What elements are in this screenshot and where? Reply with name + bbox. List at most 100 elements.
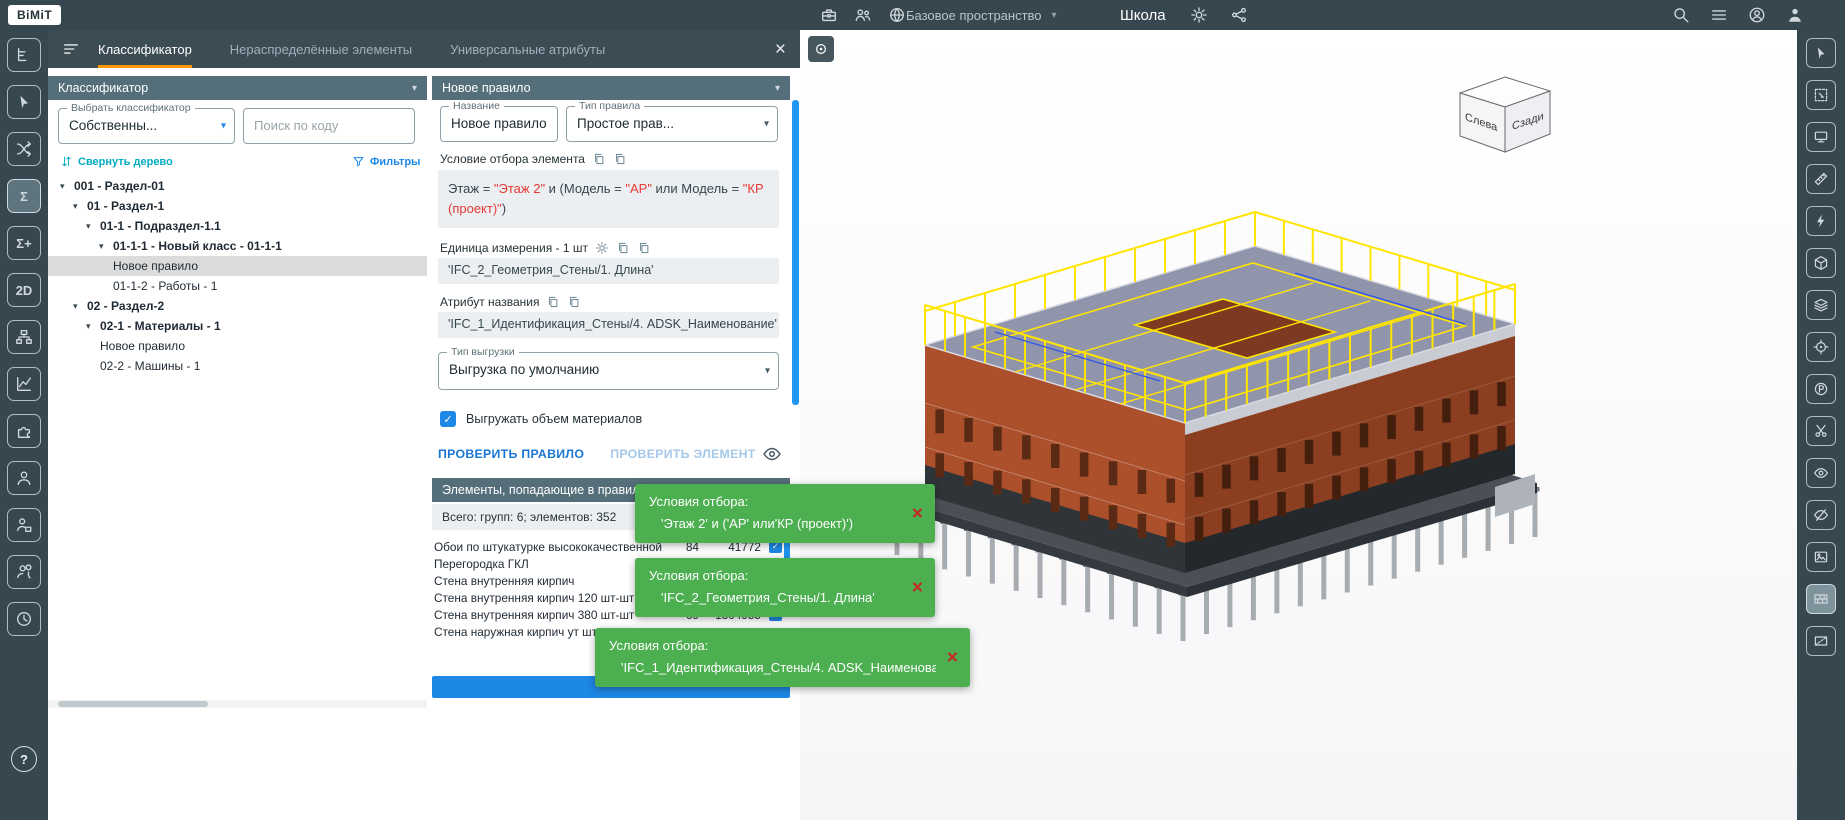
scrollbar-thumb[interactable] [58,701,208,707]
viewport-3d[interactable]: Слева Сзади [800,30,1797,820]
condition-value[interactable]: Этаж = "Этаж 2" и (Модель = "АР" или Мод… [438,170,779,228]
tree-expand-icon[interactable]: ▾ [73,301,87,312]
copy-icon[interactable] [637,241,651,255]
measure-button[interactable] [1806,206,1836,236]
tree-item[interactable]: ▾01-1 - Подраздел-1.1 [48,216,427,236]
users-button[interactable] [7,461,41,495]
help-button[interactable]: ? [11,746,37,772]
tab-1[interactable]: Классификатор [98,30,192,68]
filters-link[interactable]: Фильтры [352,155,420,168]
collapse-tree-link[interactable]: Свернуть дерево [60,155,173,168]
user-location-button[interactable] [7,555,41,589]
storeys-button[interactable] [1806,290,1836,320]
visibility-button[interactable] [1806,458,1836,488]
dynamics-button[interactable] [7,367,41,401]
search-icon[interactable] [1672,6,1690,24]
copy-icon[interactable] [613,152,627,166]
gear-icon[interactable] [1190,6,1208,24]
tree-item[interactable]: 02-2 - Машины - 1 [48,356,427,376]
tree-item[interactable]: ▾01-1-1 - Новый класс - 01-1-1 [48,236,427,256]
account-icon[interactable] [1748,6,1766,24]
screens-icon [1813,129,1829,145]
materials-checkbox[interactable]: ✓ [440,411,456,427]
form-scrollbar-thumb[interactable] [792,100,799,405]
structure-button[interactable] [7,38,41,72]
cursor-button[interactable] [1806,38,1836,68]
toast-close-icon[interactable]: × [947,648,958,667]
plans-button[interactable] [1806,374,1836,404]
copy-icon[interactable] [592,152,606,166]
visibility-icon[interactable] [762,444,782,464]
unit-value[interactable]: 'IFC_2_Геометрия_Стены/1. Длина' [438,258,779,284]
tree-expand-icon[interactable]: ▾ [86,321,100,332]
tree-hscrollbar[interactable] [48,700,427,708]
panel-menu-icon[interactable] [62,40,80,58]
tree-item[interactable]: ▾01 - Раздел-1 [48,196,427,216]
focus-button[interactable] [808,36,834,62]
toast-close-icon[interactable]: × [912,504,923,523]
screens-button[interactable] [1806,122,1836,152]
select-area-button[interactable] [1806,80,1836,110]
classifier-select[interactable]: Выбрать классификатор Собственны... ▾ [58,108,235,144]
classifier-sigma-button[interactable]: Σ [7,179,41,213]
classifier-panel-header[interactable]: Классификатор ▾ [48,76,427,100]
copy-icon[interactable] [616,241,630,255]
tree-item[interactable]: Новое правило [48,256,427,276]
ruler-icon [1813,171,1829,187]
export-type-select[interactable]: Тип выгрузки Выгрузка по умолчанию ▾ [438,352,779,390]
filters-label: Фильтры [370,156,420,168]
toolbox-icon[interactable] [820,6,838,24]
globe-icon[interactable] [888,6,906,24]
ruler-button[interactable] [1806,164,1836,194]
menu-icon[interactable] [1710,6,1728,24]
profile-icon[interactable] [1786,6,1804,24]
settings-icon[interactable] [595,241,609,255]
tree-item[interactable]: ▾02 - Раздел-2 [48,296,427,316]
clip-button[interactable] [1806,416,1836,446]
rule-panel-header[interactable]: Новое правило ▾ [432,76,790,100]
tree-expand-icon[interactable]: ▾ [99,241,113,252]
history-button[interactable] [7,602,41,636]
rule-type-select[interactable]: Тип правила Простое прав... ▾ [566,106,778,142]
tab-3[interactable]: Универсальные атрибуты [450,30,605,68]
check-element-button[interactable]: ПРОВЕРИТЬ ЭЛЕМЕНТ [610,447,755,461]
section-plane-button[interactable] [1806,626,1836,656]
view-cube[interactable]: Слева Сзади [1448,72,1563,162]
tree-expand-icon[interactable]: ▾ [60,181,74,192]
hide-element-button[interactable] [1806,500,1836,530]
rule-name-field[interactable]: Название Новое правило [440,106,558,142]
focus-button[interactable] [1806,332,1836,362]
measure-icon [1813,213,1829,229]
tab-2[interactable]: Нераспределённые элементы [230,30,412,68]
app-logo[interactable]: BiMiT [8,5,61,25]
walls-button[interactable] [1806,584,1836,614]
tree-expand-icon[interactable]: ▾ [73,201,87,212]
toast-close-icon[interactable]: × [912,578,923,597]
unit-label-row: Единица измерения - 1 шт [440,241,651,255]
tree-expand-icon[interactable]: ▾ [86,221,100,232]
roles-button[interactable] [7,508,41,542]
section-box-button[interactable] [1806,248,1836,278]
tree-item[interactable]: Новое правило [48,336,427,356]
copy-icon[interactable] [546,295,560,309]
image-view-button[interactable] [1806,542,1836,572]
classifier-sigma-plus-button[interactable]: Σ+ [7,226,41,260]
team-icon[interactable] [854,6,872,24]
tree-item[interactable]: ▾02-1 - Материалы - 1 [48,316,427,336]
workspace-select[interactable]: Базовое пространство ▾ [906,0,1057,30]
select-button[interactable] [7,85,41,119]
close-panel-icon[interactable]: × [775,40,786,59]
check-rule-button[interactable]: ПРОВЕРИТЬ ПРАВИЛО [438,447,584,461]
name-attr-value[interactable]: 'IFC_1_Идентификация_Стены/4. ADSK_Наиме… [438,312,779,338]
scheme-button[interactable] [7,320,41,354]
tree-item[interactable]: ▾001 - Раздел-01 [48,176,427,196]
copy-icon[interactable] [567,295,581,309]
code-search-input[interactable]: Поиск по коду [243,108,415,144]
view-2d-button[interactable]: 2D [7,273,41,307]
share-icon[interactable] [1230,6,1248,24]
plugins-button[interactable] [7,414,41,448]
tree-item[interactable]: 01-1-2 - Работы - 1 [48,276,427,296]
building-model-3d[interactable] [865,195,1545,695]
select-area-icon [1813,87,1829,103]
connections-button[interactable] [7,132,41,166]
